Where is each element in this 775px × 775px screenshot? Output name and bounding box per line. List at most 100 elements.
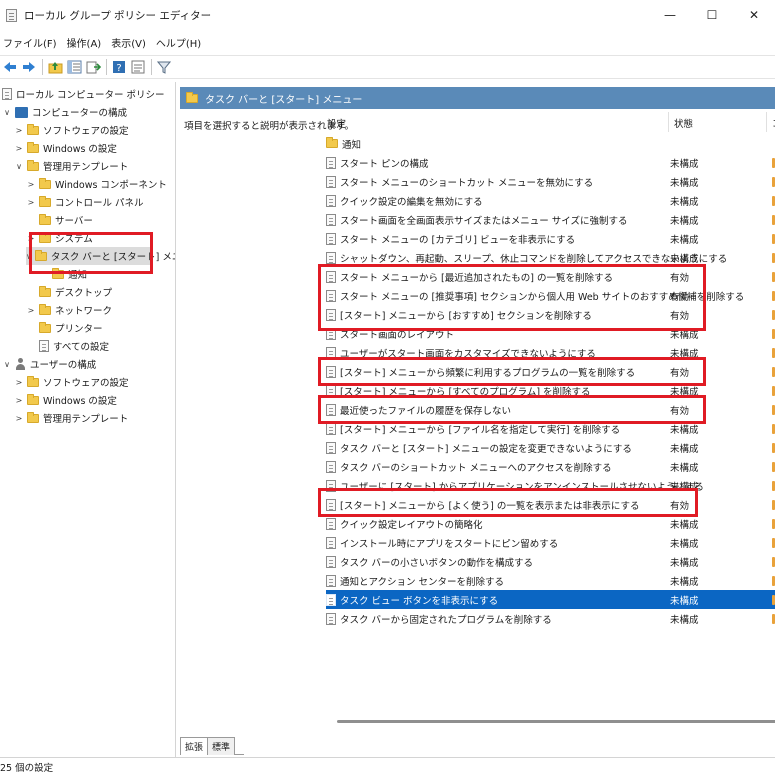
tab-extended[interactable]: 拡張 <box>180 737 209 755</box>
policy-editor-icon <box>6 8 17 22</box>
tree-user-windows-settings[interactable]: > Windows の設定 <box>14 391 117 409</box>
folder-icon <box>39 213 51 225</box>
tree-taskbar-start[interactable]: ∨ タスク バーと [スタート] メニュー <box>26 247 175 265</box>
up-folder-icon[interactable] <box>47 59 63 75</box>
tree-user-software-settings[interactable]: > ソフトウェアの設定 <box>14 373 129 391</box>
setting-name: タスク バーのショートカット メニューへのアクセスを削除する <box>340 462 612 474</box>
filter-icon[interactable] <box>156 59 172 75</box>
tree-root[interactable]: ローカル コンピューター ポリシー <box>2 85 165 103</box>
chevron-right-icon[interactable]: > <box>14 144 24 153</box>
setting-row[interactable]: タスク バーと [スタート] メニューの設定を変更できないようにする 未構成 <box>326 438 775 457</box>
minimize-button[interactable]: — <box>649 0 691 30</box>
setting-row[interactable]: クイック設定レイアウトの簡略化 未構成 <box>326 514 775 533</box>
setting-row[interactable]: スタート メニューの [カテゴリ] ビューを非表示にする 未構成 <box>326 229 775 248</box>
tree-desktop[interactable]: デスクトップ <box>39 283 112 301</box>
setting-name: [スタート] メニューから [ファイル名を指定して実行] を削除する <box>340 424 621 436</box>
folder-icon <box>27 159 39 171</box>
tree-windows-settings[interactable]: > Windows の設定 <box>14 139 117 157</box>
setting-name: スタート画面を全画面表示サイズまたはメニュー サイズに強制する <box>340 215 628 227</box>
tree-printers[interactable]: プリンター <box>39 319 103 337</box>
back-icon[interactable] <box>2 59 18 75</box>
setting-row[interactable]: ユーザーがスタート画面をカスタマイズできないようにする 未構成 <box>326 343 775 362</box>
setting-name: スタート メニューから [最近追加されたもの] の一覧を削除する <box>340 272 613 284</box>
setting-row[interactable]: [スタート] メニューから [ファイル名を指定して実行] を削除する 未構成 <box>326 419 775 438</box>
setting-row[interactable]: タスク バーのショートカット メニューへのアクセスを削除する 未構成 <box>326 457 775 476</box>
setting-row[interactable]: タスク バーの小さいボタンの動作を構成する 未構成 <box>326 552 775 571</box>
tree-windows-components[interactable]: > Windows コンポーネント <box>26 175 167 193</box>
setting-name: タスク バーの小さいボタンの動作を構成する <box>340 557 534 569</box>
chevron-down-icon[interactable]: ∨ <box>26 252 32 261</box>
folder-icon <box>39 195 51 207</box>
policy-setting-icon <box>326 593 336 606</box>
tree-all-settings[interactable]: すべての設定 <box>39 337 109 355</box>
chevron-right-icon[interactable]: > <box>14 126 24 135</box>
setting-row[interactable]: クイック設定の編集を無効にする 未構成 <box>326 191 775 210</box>
column-header-setting[interactable]: 設定 <box>327 116 346 130</box>
tree-system[interactable]: > システム <box>26 229 93 247</box>
tree-label: ネットワーク <box>55 306 113 317</box>
tree-admin-templates[interactable]: ∨ 管理用テンプレート <box>14 157 128 175</box>
setting-row[interactable]: スタート メニューのショートカット メニューを無効にする 未構成 <box>326 172 775 191</box>
folder-row[interactable]: 通知 <box>326 134 775 153</box>
folder-icon <box>52 267 64 279</box>
setting-row[interactable]: [スタート] メニューから [おすすめ] セクションを削除する 有効 <box>326 305 775 324</box>
setting-row[interactable]: スタート ピンの構成 未構成 <box>326 153 775 172</box>
menu-file[interactable]: ファイル(F) <box>0 35 62 50</box>
setting-row[interactable]: [スタート] メニューから [すべてのプログラム] を削除する 未構成 <box>326 381 775 400</box>
tab-standard[interactable]: 標準 <box>207 737 236 755</box>
column-divider[interactable] <box>668 112 669 132</box>
chevron-down-icon[interactable]: ∨ <box>14 162 24 171</box>
setting-row[interactable]: [スタート] メニューから頻繁に利用するプログラムの一覧を削除する 有効 <box>326 362 775 381</box>
tree-label: ユーザーの構成 <box>30 360 97 371</box>
chevron-right-icon[interactable]: > <box>14 414 24 423</box>
export-icon[interactable] <box>85 59 101 75</box>
policy-setting-icon <box>326 517 336 530</box>
forward-icon[interactable] <box>21 59 37 75</box>
tree-user-admin-templates[interactable]: > 管理用テンプレート <box>14 409 128 427</box>
chevron-right-icon[interactable]: > <box>26 198 36 207</box>
tree-software-settings[interactable]: > ソフトウェアの設定 <box>14 121 129 139</box>
help-icon[interactable]: ? <box>111 59 127 75</box>
menu-view[interactable]: 表示(V) <box>106 35 151 50</box>
setting-name: スタート メニューのショートカット メニューを無効にする <box>340 177 594 189</box>
chevron-right-icon[interactable]: > <box>26 234 36 243</box>
setting-row[interactable]: ユーザーに [スタート] からアプリケーションをアンインストールさせないようにす… <box>326 476 775 495</box>
tree-notifications[interactable]: 通知 <box>52 265 87 283</box>
menu-help[interactable]: ヘルプ(H) <box>151 35 206 50</box>
tree-computer-config[interactable]: ∨ コンピューターの構成 <box>2 103 127 121</box>
setting-row[interactable]: スタート画面のレイアウト 未構成 <box>326 324 775 343</box>
setting-row[interactable]: スタート メニューから [最近追加されたもの] の一覧を削除する 有効 <box>326 267 775 286</box>
horizontal-scrollbar[interactable] <box>337 720 775 723</box>
policy-setting-icon <box>326 612 336 625</box>
tree-server[interactable]: サーバー <box>39 211 93 229</box>
column-header-state[interactable]: 状態 <box>674 116 693 130</box>
setting-row[interactable]: スタート メニューの [推奨事項] セクションから個人用 Web サイトのおすす… <box>326 286 775 305</box>
chevron-down-icon[interactable]: ∨ <box>2 108 12 117</box>
computer-icon <box>15 106 28 118</box>
column-divider[interactable] <box>766 112 767 132</box>
setting-row[interactable]: タスク バーから固定されたプログラムを削除する 未構成 <box>326 609 775 628</box>
tree-control-panel[interactable]: > コントロール パネル <box>26 193 144 211</box>
maximize-button[interactable]: ☐ <box>691 0 733 30</box>
setting-row[interactable]: 最近使ったファイルの履歴を保存しない 有効 <box>326 400 775 419</box>
setting-row[interactable]: タスク ビュー ボタンを非表示にする 未構成 <box>326 590 775 609</box>
chevron-right-icon[interactable]: > <box>14 396 24 405</box>
setting-row[interactable]: シャットダウン、再起動、スリープ、休止コマンドを削除してアクセスできないようにす… <box>326 248 775 267</box>
show-hide-tree-icon[interactable] <box>66 59 82 75</box>
menu-action[interactable]: 操作(A) <box>62 35 107 50</box>
setting-row[interactable]: スタート画面を全画面表示サイズまたはメニュー サイズに強制する 未構成 <box>326 210 775 229</box>
setting-row[interactable]: インストール時にアプリをスタートにピン留めする 未構成 <box>326 533 775 552</box>
tree-network[interactable]: > ネットワーク <box>26 301 112 319</box>
setting-row[interactable]: 通知とアクション センターを削除する 未構成 <box>326 571 775 590</box>
policy-setting-icon <box>326 498 336 511</box>
chevron-right-icon[interactable]: > <box>26 306 36 315</box>
chevron-right-icon[interactable]: > <box>26 180 36 189</box>
properties-icon[interactable] <box>130 59 146 75</box>
chevron-right-icon[interactable]: > <box>14 378 24 387</box>
tree-user-config[interactable]: ∨ ユーザーの構成 <box>2 355 96 373</box>
close-button[interactable]: ✕ <box>733 0 775 30</box>
setting-row[interactable]: [スタート] メニューから [よく使う] の一覧を表示または非表示にする 有効 <box>326 495 775 514</box>
setting-name: スタート画面のレイアウト <box>340 329 455 341</box>
chevron-down-icon[interactable]: ∨ <box>2 360 12 369</box>
tree-label: コンピューターの構成 <box>32 108 128 119</box>
